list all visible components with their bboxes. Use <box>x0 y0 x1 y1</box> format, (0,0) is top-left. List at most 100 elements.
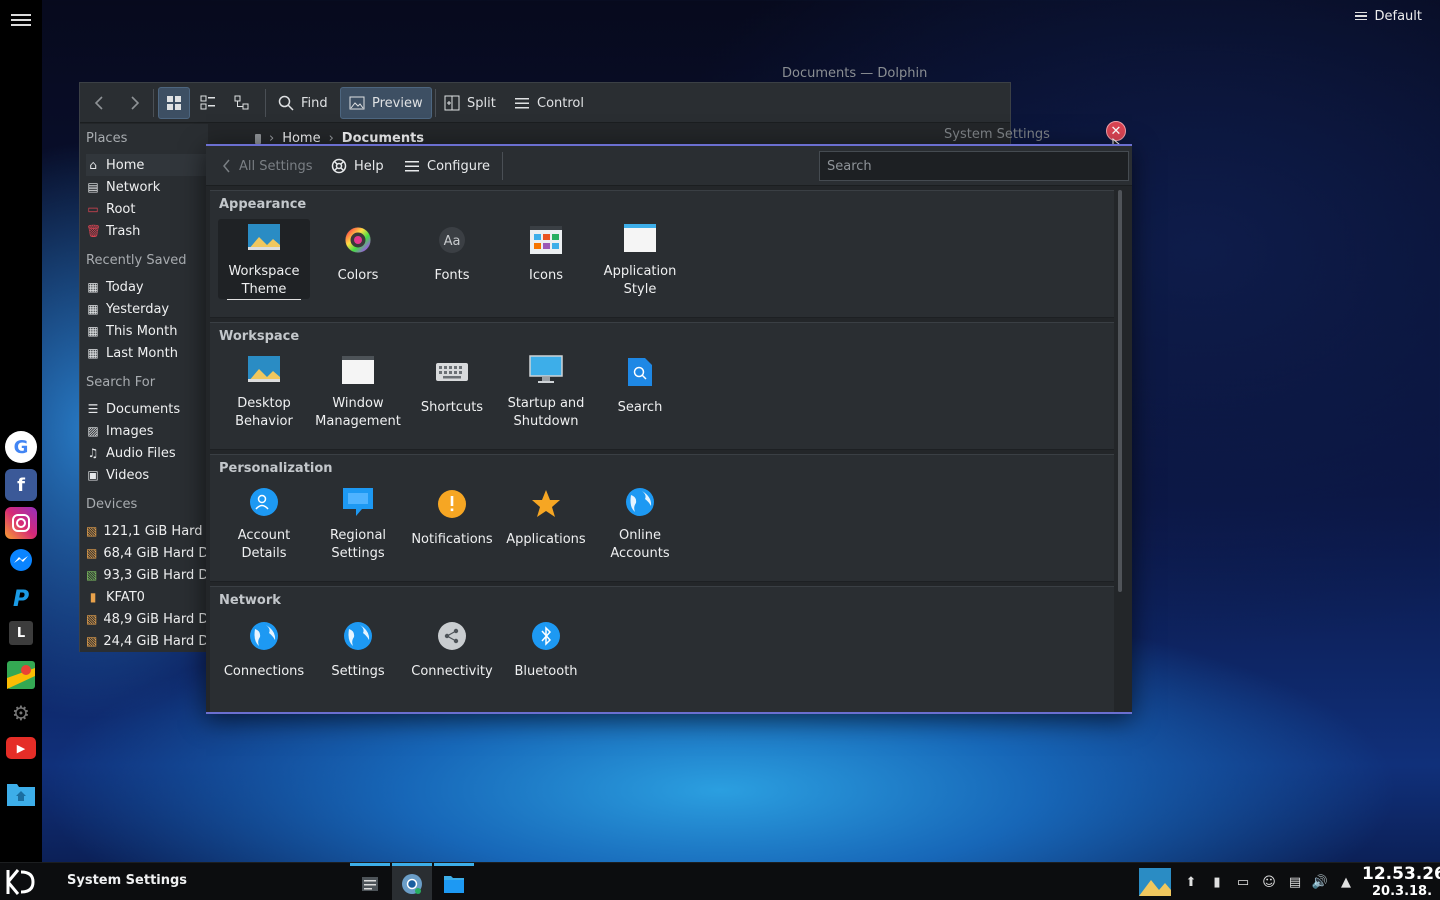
google-icon[interactable]: G <box>5 431 37 463</box>
module-label: Window Management <box>315 396 401 429</box>
exclamation-icon <box>435 487 469 521</box>
calendar-icon: ▦ <box>87 302 99 316</box>
device-item[interactable]: ▧ 121,1 GiB Hard Drive <box>86 520 208 542</box>
module-connectivity[interactable]: Connectivity <box>406 615 498 695</box>
globe-icon <box>623 487 657 517</box>
instagram-icon[interactable] <box>5 507 37 539</box>
calendar-icon: ▦ <box>87 324 99 338</box>
module-network-settings[interactable]: Settings <box>312 615 404 695</box>
recent-last-month[interactable]: ▦ Last Month <box>86 342 208 364</box>
forward-button[interactable] <box>120 87 148 119</box>
module-connections[interactable]: Connections <box>218 615 310 695</box>
activity-default-button[interactable]: Default <box>1354 6 1422 26</box>
task-system-settings[interactable] <box>350 863 390 900</box>
application-menu-icon[interactable] <box>11 11 31 31</box>
maps-icon[interactable] <box>5 659 37 691</box>
facebook-icon[interactable]: f <box>5 469 37 501</box>
module-applications[interactable]: Applications <box>500 483 592 563</box>
user-switch-icon[interactable]: ☺ <box>1260 873 1278 891</box>
paypal-icon[interactable]: P <box>5 583 37 615</box>
kde-icon[interactable]: ⚙ <box>5 697 37 729</box>
module-online-accounts[interactable]: Online Accounts <box>594 483 686 563</box>
search-input[interactable] <box>819 151 1129 181</box>
clock-time[interactable]: 12.53.26 <box>1362 864 1440 884</box>
module-startup-shutdown[interactable]: Startup and Shutdown <box>500 351 592 431</box>
module-search[interactable]: Search <box>594 351 686 431</box>
split-button[interactable]: Split <box>436 87 504 119</box>
clipboard-icon[interactable]: ▤ <box>1286 873 1304 891</box>
search-images[interactable]: ▨ Images <box>86 420 208 442</box>
module-bluetooth[interactable]: Bluetooth <box>500 615 592 695</box>
monitor-icon <box>529 355 563 385</box>
system-settings-window: All Settings Help Configure Appearance W… <box>206 144 1132 714</box>
settings-scrollbar[interactable] <box>1118 190 1122 592</box>
module-label: Desktop Behavior <box>235 396 293 429</box>
device-item[interactable]: ▧ 93,3 GiB Hard Drive <box>86 564 208 586</box>
device-item[interactable]: ▮ KFAT0 <box>86 586 208 608</box>
youtube-icon[interactable]: ▶ <box>6 737 36 759</box>
task-dolphin[interactable] <box>434 863 474 900</box>
place-root[interactable]: ▭ Root <box>86 198 208 220</box>
find-button[interactable]: Find <box>270 87 336 119</box>
module-label: Colors <box>337 268 379 283</box>
place-trash[interactable]: 🗑 Trash <box>86 220 208 242</box>
help-button[interactable]: Help <box>331 152 384 180</box>
keyboard-icon <box>435 355 469 389</box>
settings-sliders-icon <box>362 876 378 891</box>
messenger-icon[interactable] <box>5 545 37 577</box>
network-icon[interactable]: ▭ <box>1234 873 1252 891</box>
module-application-style[interactable]: Application Style <box>594 219 686 299</box>
tray-expand-icon[interactable]: ▲ <box>1337 873 1355 891</box>
module-window-management[interactable]: Window Management <box>312 351 404 431</box>
recent-yesterday[interactable]: ▦ Yesterday <box>86 298 208 320</box>
search-icon <box>278 95 294 111</box>
search-audio[interactable]: ♫ Audio Files <box>86 442 208 464</box>
search-videos[interactable]: ▣ Videos <box>86 464 208 486</box>
configure-button[interactable]: Configure <box>404 152 490 180</box>
recent-this-month[interactable]: ▦ This Month <box>86 320 208 342</box>
details-view-button[interactable] <box>226 87 258 119</box>
places-heading: Places <box>86 131 128 146</box>
module-fonts[interactable]: Aa Fonts <box>406 219 498 299</box>
device-item[interactable]: ▧ 68,4 GiB Hard Drive <box>86 542 208 564</box>
clock-date[interactable]: 20.3.18. <box>1372 884 1432 899</box>
module-workspace-theme[interactable]: Workspace Theme <box>218 219 310 300</box>
module-icons[interactable]: Icons <box>500 219 592 299</box>
device-item[interactable]: ▧ 48,9 GiB Hard Drive <box>86 608 208 630</box>
home-folder-icon[interactable] <box>5 777 37 809</box>
root-crumb-icon[interactable] <box>255 133 261 144</box>
module-account-details[interactable]: Account Details <box>218 483 310 563</box>
l-app-icon[interactable]: L <box>9 621 33 645</box>
back-button[interactable] <box>86 87 114 119</box>
colors-wheel-icon <box>341 223 375 257</box>
preview-button[interactable]: Preview <box>340 87 432 119</box>
module-notifications[interactable]: Notifications <box>406 483 498 563</box>
module-label: Notifications <box>411 532 493 547</box>
place-network[interactable]: ▤ Network <box>86 176 208 198</box>
module-colors[interactable]: Colors <box>312 219 404 299</box>
volume-icon[interactable]: 🔊 <box>1311 873 1329 891</box>
device-label: 48,9 GiB Hard Drive <box>103 611 208 627</box>
all-settings-button[interactable]: All Settings <box>222 152 313 180</box>
module-shortcuts[interactable]: Shortcuts <box>406 351 498 431</box>
wallpaper-thumbnail[interactable] <box>1139 868 1171 896</box>
task-browser[interactable] <box>392 863 432 900</box>
place-home[interactable]: ⌂ Home <box>86 154 208 176</box>
application-launcher-icon[interactable] <box>4 865 38 899</box>
update-icon[interactable]: ⬆ <box>1182 873 1200 891</box>
root-folder-icon: ▭ <box>87 202 99 216</box>
user-icon <box>247 487 281 517</box>
compact-view-button[interactable] <box>192 87 224 119</box>
module-label: Fonts <box>434 268 470 283</box>
search-documents[interactable]: ☰ Documents <box>86 398 208 420</box>
usb-icon[interactable]: ▮ <box>1208 873 1226 891</box>
recent-today[interactable]: ▦ Today <box>86 276 208 298</box>
star-icon <box>529 487 563 521</box>
share-icon <box>435 619 469 653</box>
module-label: Connections <box>223 664 305 679</box>
icons-view-button[interactable] <box>158 87 190 119</box>
control-button[interactable]: Control <box>506 87 592 119</box>
module-regional-settings[interactable]: Regional Settings <box>312 483 404 563</box>
module-desktop-behavior[interactable]: Desktop Behavior <box>218 351 310 431</box>
device-item[interactable]: ▧ 24,4 GiB Hard Drive <box>86 630 208 652</box>
